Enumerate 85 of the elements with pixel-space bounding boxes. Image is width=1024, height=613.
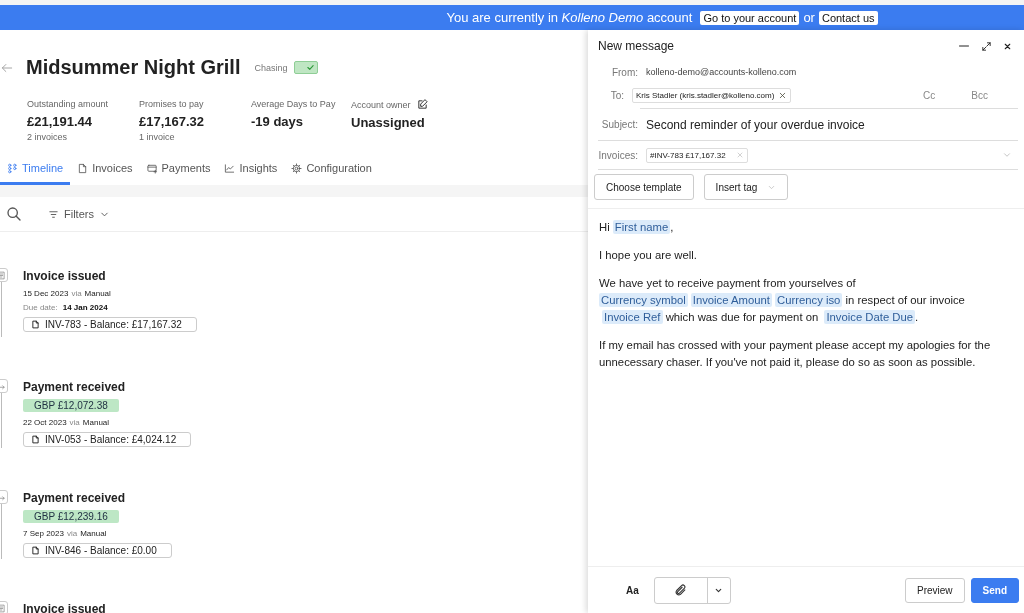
stat-label: Account owner — [351, 99, 411, 110]
compose-title: New message — [598, 39, 676, 53]
event-source: Manual — [84, 289, 111, 298]
expand-icon[interactable] — [981, 40, 992, 52]
preview-button[interactable]: Preview — [904, 577, 965, 603]
message-paragraph: I hope you are well. — [599, 248, 698, 263]
due-date: 14 Jan 2024 — [62, 303, 108, 312]
event-source: Manual — [82, 418, 110, 427]
merge-tag[interactable]: Invoice Amount — [690, 293, 772, 307]
tab[interactable]: Payments — [139, 162, 218, 185]
document-icon — [77, 162, 89, 174]
banner-separator: or — [803, 10, 815, 25]
due-date-label: Due date: — [23, 303, 58, 312]
banner-message: You are currently in Kolleno Demo account — [446, 10, 693, 25]
event-date: 22 Oct 2023 — [23, 418, 67, 427]
account-link[interactable]: Go to your account — [700, 10, 800, 25]
tab[interactable]: Configuration — [284, 162, 379, 185]
stat-label: Outstanding amount — [27, 99, 109, 109]
event-title: Payment received — [23, 491, 126, 505]
event-title: Payment received — [23, 380, 126, 394]
insert-tag-button[interactable]: Insert tag — [703, 174, 789, 200]
invoice-chip[interactable]: #INV-783 £17,167.32 — [646, 147, 748, 163]
send-button[interactable]: Send — [970, 577, 1019, 603]
document-icon — [31, 435, 40, 444]
merge-tag[interactable]: First name — [612, 220, 671, 234]
filter-lines-icon — [48, 208, 59, 220]
merge-tag[interactable]: Invoice Ref — [602, 310, 663, 324]
event-source: Manual — [80, 529, 107, 538]
message-paragraph: Hi First name , — [599, 219, 675, 236]
invoice-chip[interactable]: INV-846 - Balance: £0.00 — [23, 543, 172, 558]
check-icon — [305, 63, 315, 72]
stat-note: 1 invoice — [139, 132, 176, 142]
gear-icon — [291, 162, 303, 174]
line-chart-icon — [224, 162, 236, 174]
contact-link[interactable]: Contact us — [818, 10, 878, 25]
stat-value: £17,167.32 — [139, 114, 206, 129]
timeline-icon — [7, 162, 18, 174]
invoice-chip[interactable]: INV-783 - Balance: £17,167.32 — [23, 317, 197, 332]
stat-value: -19 days — [251, 114, 305, 129]
payment-amount: GBP £12,072.38 — [23, 399, 119, 412]
merge-tag[interactable]: Currency iso — [775, 293, 843, 307]
via-label: via — [66, 529, 78, 538]
tab[interactable]: Insights — [217, 162, 285, 185]
close-icon[interactable] — [1003, 41, 1012, 51]
event-title: Invoice issued — [23, 602, 106, 613]
chasing-label: Chasing — [254, 62, 288, 73]
stat-note: 2 invoices — [27, 132, 69, 142]
stat-label: Promises to pay — [139, 99, 204, 109]
subject-label: Subject: — [600, 119, 638, 130]
to-label: To: — [609, 89, 624, 101]
from-label: From: — [610, 66, 638, 78]
invoice-icon — [0, 603, 6, 613]
merge-tag[interactable]: Currency symbol — [599, 293, 688, 307]
edit-icon[interactable] — [416, 99, 428, 110]
bcc-button[interactable]: Bcc — [971, 89, 988, 101]
tab[interactable]: Invoices — [70, 162, 140, 185]
event-date: 7 Sep 2023 — [23, 529, 64, 538]
stat-value: £21,191.44 — [27, 114, 94, 129]
event-date: 15 Dec 2023 — [23, 289, 69, 298]
via-label: via — [71, 289, 82, 298]
search-icon[interactable] — [6, 206, 22, 222]
invoice-icon — [0, 270, 6, 280]
message-paragraph: We have yet to receive payment from yourselves of Currency symbol Invoice Amount Currency iso in respect of our invoice Invoice Ref which was due for payment on Invoice Date Due . — [599, 276, 966, 326]
stat-label: Average Days to Pay — [251, 99, 336, 109]
remove-icon[interactable] — [778, 90, 788, 100]
filters-button[interactable]: Filters — [48, 208, 110, 220]
card-icon — [146, 162, 158, 174]
sender-address: kolleno-demo@accounts-kolleno.com — [646, 67, 797, 77]
chasing-toggle[interactable] — [293, 61, 318, 74]
invoice-chip[interactable]: INV-053 - Balance: £4,024.12 — [23, 432, 192, 447]
cc-button[interactable]: Cc — [923, 89, 936, 101]
account-title: Midsummer Night Grill — [26, 56, 241, 79]
choose-template-button[interactable]: Choose template — [594, 174, 694, 200]
event-title: Invoice issued — [23, 269, 106, 283]
stat-value: Unassigned — [351, 115, 426, 130]
document-icon — [31, 546, 40, 555]
document-icon — [31, 320, 40, 329]
subject-field[interactable]: Second reminder of your overdue invoice — [646, 117, 865, 132]
merge-tag[interactable]: Invoice Date Due — [824, 310, 916, 324]
via-label: via — [69, 418, 80, 427]
message-paragraph: If my email has crossed with your payment please accept my apologies for the unnecessary chaser. If you've not paid it, please do so as soon as possible. — [599, 338, 992, 370]
paperclip-icon — [674, 583, 688, 597]
invoices-label: Invoices: — [598, 149, 638, 161]
recipient-chip[interactable]: Kris Stadler (kris.stadler@kolleno.com) — [632, 87, 792, 103]
payment-amount: GBP £12,239.16 — [23, 510, 119, 523]
